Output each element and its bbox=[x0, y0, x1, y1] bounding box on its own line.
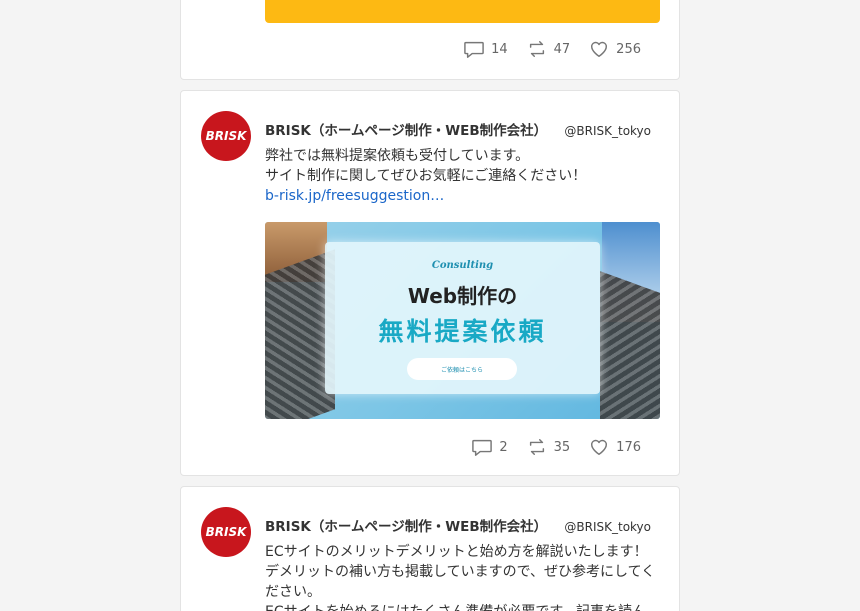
tweet-actions: 2 35 176 bbox=[453, 437, 641, 457]
comment-icon bbox=[472, 439, 493, 456]
retweet-count: 35 bbox=[553, 439, 571, 455]
tweet-card: BRISK BRISK（ホームページ制作・WEB制作会社） @BRISK_tok… bbox=[180, 486, 680, 611]
tweet-text: 弊社では無料提案依頼も受付しています。 サイト制作に関してぜひお気軽にご連絡くだ… bbox=[265, 146, 661, 206]
image-headline: 無料提案依頼 bbox=[378, 317, 547, 346]
author-handle[interactable]: @BRISK_tokyo bbox=[564, 124, 651, 138]
tweet-text-line: 弊社では無料提案依頼も受付しています。 bbox=[265, 148, 530, 164]
retweet-icon bbox=[529, 439, 544, 455]
image-web-text: Web制作の bbox=[407, 284, 518, 308]
image-panel: Consulting Web制作の 無料提案依頼 ご依頼はこちら bbox=[325, 242, 600, 394]
avatar-logo: BRISK bbox=[205, 525, 247, 539]
retweet-button[interactable]: 35 bbox=[526, 437, 571, 457]
author-name[interactable]: BRISK（ホームページ制作・WEB制作会社） bbox=[265, 119, 547, 139]
comment-icon bbox=[464, 41, 484, 58]
avatar[interactable]: BRISK bbox=[201, 111, 251, 161]
tweet-header: BRISK（ホームページ制作・WEB制作会社） @BRISK_tokyo bbox=[265, 119, 651, 139]
reply-count: 14 bbox=[491, 41, 508, 57]
tweet-card: 14 47 256 bbox=[180, 0, 680, 80]
tweet-link[interactable]: b-risk.jp/freesuggestion… bbox=[265, 186, 661, 206]
like-count: 256 bbox=[616, 41, 641, 57]
like-count: 176 bbox=[616, 439, 641, 455]
like-button[interactable]: 176 bbox=[588, 437, 641, 457]
reply-count: 2 bbox=[499, 439, 508, 455]
heart-icon bbox=[591, 41, 608, 57]
tweet-text-line: ECサイトを始めるにはたくさん準備が必要です。記事を読ん bbox=[265, 602, 661, 611]
avatar-logo: BRISK bbox=[205, 129, 247, 143]
tweet-header: BRISK（ホームページ制作・WEB制作会社） @BRISK_tokyo bbox=[265, 515, 651, 535]
avatar[interactable]: BRISK bbox=[201, 507, 251, 557]
retweet-button[interactable]: 47 bbox=[526, 39, 571, 59]
heart-icon bbox=[591, 439, 608, 455]
tweet-text: ECサイトのメリットデメリットと始め方を解説いたします！ デメリットの補い方も掲… bbox=[265, 542, 661, 611]
reply-button[interactable]: 2 bbox=[471, 437, 508, 457]
author-name[interactable]: BRISK（ホームページ制作・WEB制作会社） bbox=[265, 515, 547, 535]
like-button[interactable]: 256 bbox=[588, 39, 641, 59]
tweet-text-line: ECサイトのメリットデメリットと始め方を解説いたします！ bbox=[265, 544, 648, 560]
tweet-card: BRISK BRISK（ホームページ制作・WEB制作会社） @BRISK_tok… bbox=[180, 90, 680, 476]
tweet-actions: 14 47 256 bbox=[445, 39, 641, 59]
reply-button[interactable]: 14 bbox=[463, 39, 508, 59]
image-consulting-text: Consulting bbox=[431, 260, 494, 271]
retweet-count: 47 bbox=[553, 41, 571, 57]
tweet-text-line: サイト制作に関してぜひお気軽にご連絡ください！ bbox=[265, 168, 587, 184]
author-handle[interactable]: @BRISK_tokyo bbox=[564, 520, 651, 534]
tweet-text-line: デメリットの補い方も掲載していますので、ぜひ参考にしてください。 bbox=[265, 564, 656, 600]
tweet-image[interactable] bbox=[265, 0, 660, 23]
tweet-image[interactable]: Consulting Web制作の 無料提案依頼 ご依頼はこちら bbox=[265, 222, 660, 419]
image-keyboard-right bbox=[600, 271, 660, 419]
retweet-icon bbox=[529, 41, 544, 57]
image-button: ご依頼はこちら bbox=[407, 358, 517, 380]
